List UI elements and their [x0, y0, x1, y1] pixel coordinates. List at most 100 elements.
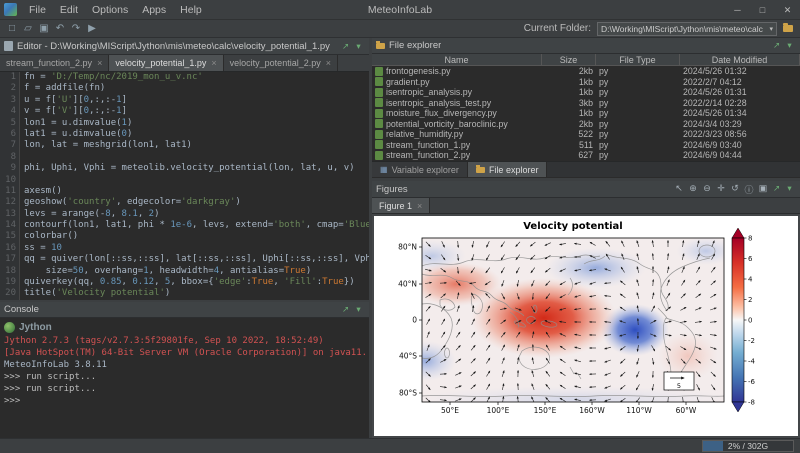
table-row[interactable]: gradient.py1kbpy2022/2/7 04:12 [372, 77, 800, 88]
code-line[interactable]: 8 [0, 152, 369, 163]
code-line[interactable]: 1fn = 'D:/Temp/nc/2019_mon_u_v.nc' [0, 72, 369, 83]
current-folder-combo[interactable]: D:\Working\MIScript\Jython\mis\meteo\cal… [597, 22, 777, 36]
figure-canvas[interactable]: Velocity potential [374, 216, 798, 436]
explorer-tab-file-explorer[interactable]: File explorer [468, 162, 548, 177]
editor-tab-label: velocity_potential_2.py [230, 58, 321, 68]
code-line[interactable]: 2f = addfile(fn) [0, 83, 369, 94]
pan-icon[interactable]: ✛ [714, 183, 728, 196]
explorer-tab-variable-explorer[interactable]: ▦Variable explorer [372, 162, 468, 177]
maximize-button[interactable]: □ [750, 0, 775, 20]
menu-apps[interactable]: Apps [135, 4, 173, 16]
menu-edit[interactable]: Edit [53, 4, 85, 16]
collapse-panel-icon[interactable]: ▾ [783, 40, 796, 51]
folder-icon [476, 167, 485, 173]
code-line[interactable]: 20title('Velocity potential') [0, 288, 369, 299]
table-row[interactable]: stream_function_2.py627py2024/6/9 04:44 [372, 150, 800, 161]
zoom-out-icon[interactable]: ⊖ [700, 183, 714, 196]
figure-tabs: Figure 1 × [372, 198, 800, 214]
code-line[interactable]: 3u = f['U'][0,:,:-1] [0, 95, 369, 106]
line-number: 7 [0, 140, 20, 151]
code-line[interactable]: 13levs = arange(-8, 8.1, 2) [0, 209, 369, 220]
code-line[interactable]: 9phi, Uphi, Vphi = meteolib.velocity_pot… [0, 163, 369, 174]
column-header[interactable]: Size [542, 54, 596, 65]
code-line[interactable]: 6lat1 = u.dimvalue(0) [0, 129, 369, 140]
float-panel-icon[interactable]: ↗ [770, 183, 783, 196]
table-row[interactable]: isentropic_analysis.py1kbpy2024/5/26 01:… [372, 87, 800, 98]
menu-options[interactable]: Options [85, 4, 135, 16]
column-header[interactable]: Name [372, 54, 542, 65]
py-file-icon [375, 119, 383, 128]
figure-tab[interactable]: Figure 1 × [372, 198, 430, 213]
console-header-icons: ↗▾ [339, 304, 365, 315]
float-panel-icon[interactable]: ↗ [339, 41, 352, 52]
code-line[interactable]: 10 [0, 175, 369, 186]
editor-header-icons: ↗▾ [339, 41, 365, 52]
collapse-panel-icon[interactable]: ▾ [352, 304, 365, 315]
console-line: >>> [4, 395, 365, 407]
line-number: 4 [0, 106, 20, 117]
close-tab-icon[interactable]: × [417, 201, 422, 211]
chevron-down-icon[interactable]: ▾ [769, 25, 773, 33]
py-file-icon [375, 98, 383, 107]
code-line[interactable]: 16ss = 10 [0, 243, 369, 254]
identify-icon[interactable]: ⓘ [742, 183, 756, 196]
colorbar: 86420-2-4-6-8 [732, 228, 756, 412]
close-tab-icon[interactable]: × [97, 58, 102, 68]
console-output[interactable]: Jython Jython 2.7.3 (tags/v2.7.3:5f29801… [0, 318, 369, 438]
console-line: MeteoInfoLab 3.8.11 [4, 359, 365, 371]
svg-text:0: 0 [412, 316, 417, 325]
open-file-icon[interactable]: ▱ [20, 20, 36, 37]
code-line[interactable]: 11axesm() [0, 186, 369, 197]
float-panel-icon[interactable]: ↗ [339, 304, 352, 315]
column-header[interactable]: File Type [596, 54, 680, 65]
code-line[interactable]: 15colorbar() [0, 231, 369, 242]
table-row[interactable]: frontogenesis.py2kbpy2024/5/26 01:32 [372, 66, 800, 77]
file-explorer-panel: File explorer ↗▾ NameSizeFile TypeDate M… [372, 38, 800, 178]
select-arrow-icon[interactable]: ↖ [672, 183, 686, 196]
console-line: Jython 2.7.3 (tags/v2.7.3:5f29801fe, Sep… [4, 335, 365, 347]
code-line[interactable]: 17qq = quiver(lon[::ss,::ss], lat[::ss,:… [0, 254, 369, 265]
console-title: Console [4, 304, 39, 315]
table-row[interactable]: moisture_flux_divergency.py1kbpy2024/5/2… [372, 108, 800, 119]
menu-help[interactable]: Help [173, 4, 209, 16]
editor-tab[interactable]: velocity_potential_1.py× [109, 55, 223, 71]
code-line[interactable]: 14contourf(lon1, lat1, phi * 1e-6, levs,… [0, 220, 369, 231]
close-tab-icon[interactable]: × [211, 58, 216, 68]
code-line[interactable]: 19quiverkey(qq, 0.85, 0.12, 5, bbox={'ed… [0, 277, 369, 288]
new-file-icon[interactable]: □ [4, 20, 20, 37]
column-header[interactable]: Date Modified [680, 54, 800, 65]
code-line[interactable]: 18 size=50, overhang=1, headwidth=4, ant… [0, 266, 369, 277]
py-file-icon [375, 151, 383, 160]
undo-icon[interactable]: ↶ [52, 20, 68, 37]
save-icon[interactable]: ▣ [36, 20, 52, 37]
save-figure-icon[interactable]: ▣ [756, 183, 770, 196]
editor-tab[interactable]: stream_function_2.py× [0, 55, 109, 71]
full-extent-icon[interactable]: ↺ [728, 183, 742, 196]
menu-file[interactable]: File [22, 4, 53, 16]
browse-folder-button[interactable] [780, 22, 796, 36]
table-row[interactable]: potential_vorticity_baroclinic.py2kbpy20… [372, 119, 800, 130]
zoom-in-icon[interactable]: ⊕ [686, 183, 700, 196]
close-tab-icon[interactable]: × [326, 58, 331, 68]
svg-text:-2: -2 [748, 337, 755, 345]
collapse-panel-icon[interactable]: ▾ [352, 41, 365, 52]
file-table-body[interactable]: frontogenesis.py2kbpy2024/5/26 01:32grad… [372, 66, 800, 161]
table-row[interactable]: stream_function_1.py511py2024/6/9 03:40 [372, 140, 800, 151]
window-controls: ─□✕ [725, 0, 800, 20]
code-line[interactable]: 12geoshow('country', edgecolor='darkgray… [0, 197, 369, 208]
editor-tab[interactable]: velocity_potential_2.py × [224, 55, 338, 71]
code-line[interactable]: 5lon1 = u.dimvalue(1) [0, 118, 369, 129]
float-panel-icon[interactable]: ↗ [770, 40, 783, 51]
code-area[interactable]: 1fn = 'D:/Temp/nc/2019_mon_u_v.nc'2f = a… [0, 72, 369, 300]
code-line[interactable]: 4v = f['V'][0,:,:-1] [0, 106, 369, 117]
code-line[interactable]: 7lon, lat = meshgrid(lon1, lat1) [0, 140, 369, 151]
table-row[interactable]: isentropic_analysis_test.py3kbpy2022/2/1… [372, 98, 800, 109]
file-explorer-header: File explorer ↗▾ [372, 38, 800, 54]
collapse-panel-icon[interactable]: ▾ [783, 183, 796, 196]
table-row[interactable]: relative_humidity.py522py2022/3/23 08:56 [372, 129, 800, 140]
minimize-button[interactable]: ─ [725, 0, 750, 20]
redo-icon[interactable]: ↷ [68, 20, 84, 37]
file-explorer-title: File explorer [389, 40, 441, 51]
close-button[interactable]: ✕ [775, 0, 800, 20]
run-script-icon[interactable]: ▶ [84, 20, 100, 37]
